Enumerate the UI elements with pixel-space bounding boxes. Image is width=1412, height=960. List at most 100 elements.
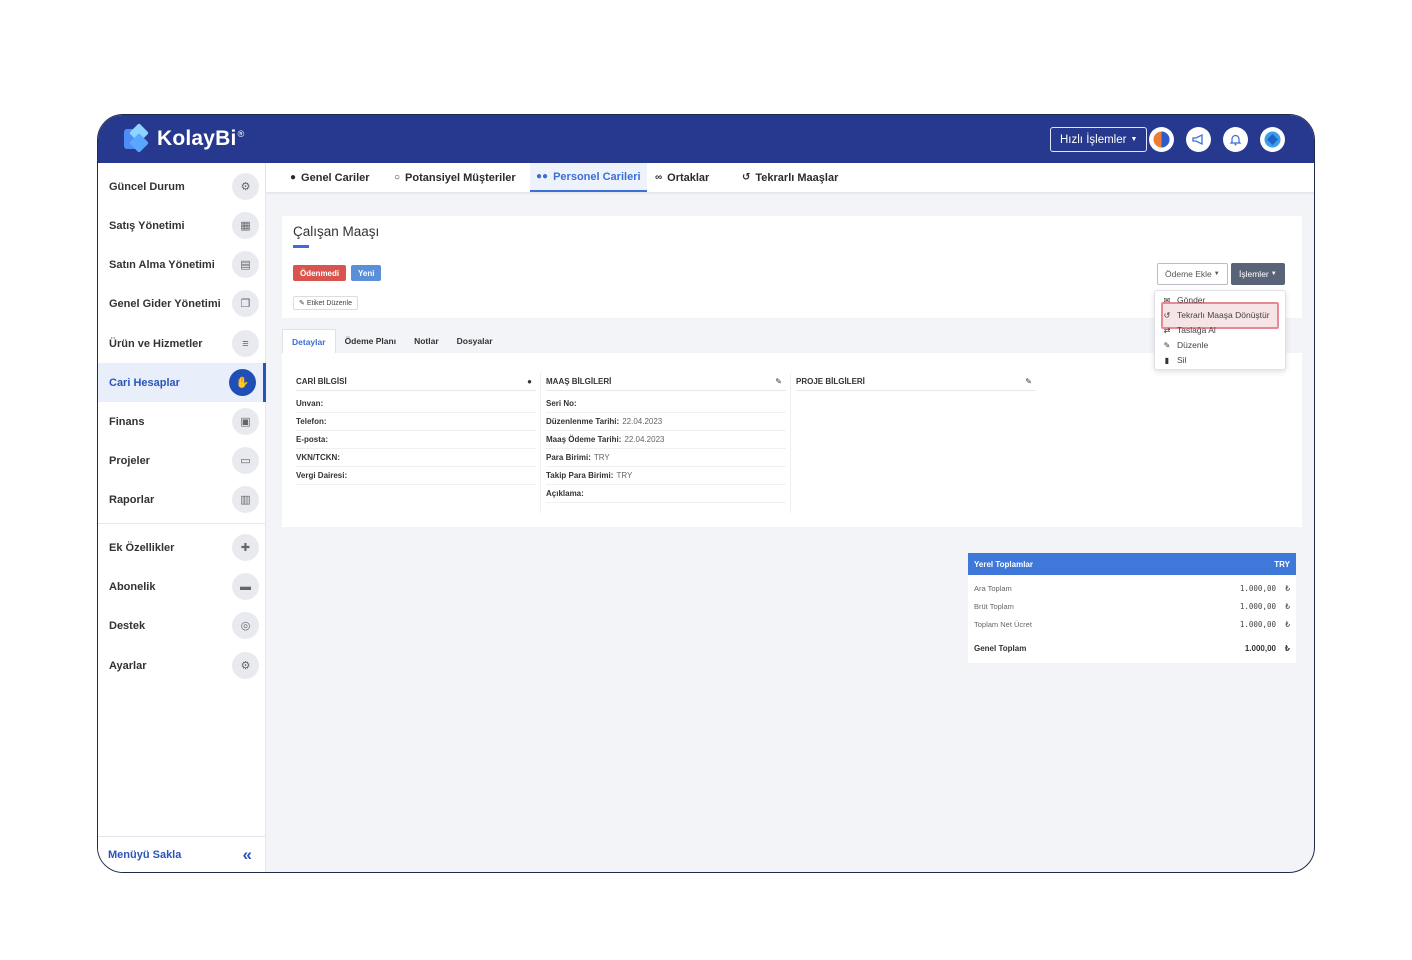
status-badge-new: Yeni — [351, 265, 382, 281]
sidebar-item-ayarlar[interactable]: Ayarlar ⚙ — [98, 646, 266, 685]
field-label: Seri No: — [546, 399, 577, 408]
settings-icon: ⚙ — [232, 652, 259, 679]
subtab-notlar[interactable]: Notlar — [405, 329, 448, 353]
megaphone-icon[interactable] — [1186, 127, 1211, 152]
sidebar-item-label: Genel Gider Yönetimi — [109, 297, 221, 310]
user-outline-icon: ○ — [394, 172, 401, 183]
pencil-icon[interactable]: ✎ — [1025, 377, 1032, 386]
user-icon[interactable]: ● — [527, 377, 532, 386]
sidebar-item-label: Abonelik — [109, 580, 156, 593]
lira-symbol: ₺ — [1285, 619, 1290, 629]
totals-amount: 1.000,00 — [1244, 643, 1276, 653]
sidebar: Güncel Durum ⚙ Satış Yönetimi ▦ Satın Al… — [98, 163, 266, 872]
tab-potansiyel-musteriler[interactable]: ○ Potansiyel Müşteriler — [388, 163, 522, 192]
totals-label: Genel Toplam — [974, 643, 1027, 653]
field-seri-no: Seri No: — [546, 395, 786, 413]
add-payment-label: Ödeme Ekle — [1165, 269, 1212, 279]
sidebar-item-raporlar[interactable]: Raporlar ▥ — [98, 480, 266, 519]
totals-row-brut-toplam: Brüt Toplam 1.000,00 ₺ — [974, 597, 1290, 615]
totals-row-genel-toplam: Genel Toplam 1.000,00 ₺ — [974, 639, 1290, 657]
menu-item-label: Tekrarlı Maaşa Dönüştür — [1177, 310, 1270, 320]
draft-icon: ⇄ — [1163, 325, 1171, 335]
tab-ortaklar[interactable]: ∞ Ortaklar — [649, 163, 715, 192]
field-label: Açıklama: — [546, 489, 584, 498]
title-underline — [293, 245, 309, 248]
sidebar-item-ek-ozellikler[interactable]: Ek Özellikler ✚ — [98, 528, 266, 567]
tab-tekrarli-maaslar[interactable]: ↺ Tekrarlı Maaşlar — [736, 163, 844, 192]
totals-label: Ara Toplam — [974, 583, 1012, 593]
tab-personel-carileri[interactable]: ●● Personel Carileri — [530, 163, 647, 192]
field-value: TRY — [593, 453, 610, 462]
pencil-icon: ✎ — [1163, 340, 1171, 350]
add-payment-dropdown[interactable]: Ödeme Ekle ▼ — [1157, 263, 1228, 285]
sidebar-item-guncel-durum[interactable]: Güncel Durum ⚙ — [98, 167, 266, 206]
pencil-icon: ✎ — [299, 300, 305, 307]
field-value: 22.04.2023 — [624, 435, 665, 444]
field-value: TRY — [616, 471, 633, 480]
field-takip-para-birimi: Takip Para Birimi: TRY — [546, 467, 786, 485]
tag-edit-button[interactable]: ✎ Etiket Düzenle — [293, 296, 359, 310]
pencil-icon[interactable]: ✎ — [775, 377, 782, 386]
page-title: Çalışan Maaşı — [293, 224, 380, 239]
hide-menu-button[interactable]: Menüyü Sakla « — [98, 836, 266, 872]
envelope-icon: ✉ — [1163, 295, 1171, 305]
caret-down-icon: ▼ — [1270, 271, 1277, 277]
details-card: CARİ BİLGİSİ ● Unvan: Telefon: E-posta: … — [282, 353, 1302, 527]
menu-item-taslaga-al[interactable]: ⇄ Taslağa Al — [1163, 323, 1216, 337]
totals-row-ara-toplam: Ara Toplam 1.000,00 ₺ — [974, 579, 1290, 597]
totals-amount: 1.000,00 — [1239, 583, 1276, 593]
sidebar-item-genel-gider[interactable]: Genel Gider Yönetimi ❐ — [98, 284, 266, 323]
sidebar-item-satin-alma[interactable]: Satın Alma Yönetimi ▤ — [98, 245, 266, 284]
subtab-detaylar[interactable]: Detaylar — [282, 329, 336, 353]
sidebar-item-destek[interactable]: Destek ◎ — [98, 606, 266, 645]
tab-label: Genel Cariler — [301, 171, 370, 184]
double-chevron-left-icon: « — [242, 845, 252, 864]
field-label: Para Birimi: — [546, 453, 591, 462]
field-duzenlenme-tarihi: Düzenlenme Tarihi: 22.04.2023 — [546, 413, 786, 431]
cari-bilgisi-header: CARİ BİLGİSİ ● — [296, 373, 536, 391]
handshake-icon: ✋ — [229, 369, 256, 396]
field-label: Düzenlenme Tarihi: — [546, 417, 620, 426]
sidebar-item-urun-hizmetler[interactable]: Ürün ve Hizmetler ≡ — [98, 324, 266, 363]
totals-label: Toplam Net Ücret — [974, 619, 1032, 629]
repeat-icon: ↺ — [1163, 310, 1171, 320]
globe-icon[interactable] — [1260, 127, 1285, 152]
bell-icon[interactable] — [1223, 127, 1248, 152]
actions-dropdown[interactable]: İşlemler ▼ — [1231, 263, 1285, 285]
menu-item-label: Taslağa Al — [1177, 325, 1216, 335]
user-icon: ● — [290, 172, 297, 183]
sidebar-item-cari-hesaplar[interactable]: Cari Hesaplar ✋ — [98, 363, 266, 402]
quick-actions-dropdown[interactable]: Hızlı İşlemler ▼ — [1050, 127, 1148, 152]
subtab-dosyalar[interactable]: Dosyalar — [448, 329, 502, 353]
field-label: E-posta: — [296, 435, 328, 444]
totals-currency: TRY — [1274, 559, 1290, 569]
sidebar-item-label: Satın Alma Yönetimi — [109, 258, 215, 271]
tab-genel-cariler[interactable]: ● Genel Cariler — [284, 163, 376, 192]
repeat-icon: ↺ — [742, 172, 751, 183]
calculator-icon: ▦ — [232, 212, 259, 239]
brand-logo[interactable]: KolayBi ® — [124, 123, 244, 153]
field-vkn-tckn: VKN/TCKN: — [296, 449, 536, 467]
lifebuoy-icon: ◎ — [232, 612, 259, 639]
tab-label: Ortaklar — [667, 171, 710, 184]
sidebar-item-satis-yonetimi[interactable]: Satış Yönetimi ▦ — [98, 206, 266, 245]
menu-item-sil[interactable]: ▮ Sil — [1163, 353, 1187, 367]
folder-icon: ▭ — [232, 447, 259, 474]
field-label: Unvan: — [296, 399, 324, 408]
app-logo-icon[interactable] — [1149, 127, 1174, 152]
field-aciklama: Açıklama: — [546, 485, 786, 503]
local-totals-card: Yerel Toplamlar TRY Ara Toplam 1.000,00 … — [968, 553, 1296, 663]
sidebar-item-abonelik[interactable]: Abonelik ▬ — [98, 567, 266, 606]
sidebar-item-projeler[interactable]: Projeler ▭ — [98, 441, 266, 480]
column-divider — [540, 373, 541, 513]
menu-item-tekrarli-maasa-donustur[interactable]: ↺ Tekrarlı Maaşa Dönüştür — [1163, 308, 1270, 322]
sidebar-item-finans[interactable]: Finans ▣ — [98, 402, 266, 441]
menu-item-duzenle[interactable]: ✎ Düzenle — [1163, 338, 1209, 352]
sidebar-item-label: Ürün ve Hizmetler — [109, 337, 203, 350]
menu-item-gonder[interactable]: ✉ Gönder — [1163, 293, 1206, 307]
field-eposta: E-posta: — [296, 431, 536, 449]
field-label: Takip Para Birimi: — [546, 471, 614, 480]
totals-amount: 1.000,00 — [1239, 601, 1276, 611]
subtab-odeme-plani[interactable]: Ödeme Planı — [336, 329, 406, 353]
field-vergi-dairesi: Vergi Dairesi: — [296, 467, 536, 485]
